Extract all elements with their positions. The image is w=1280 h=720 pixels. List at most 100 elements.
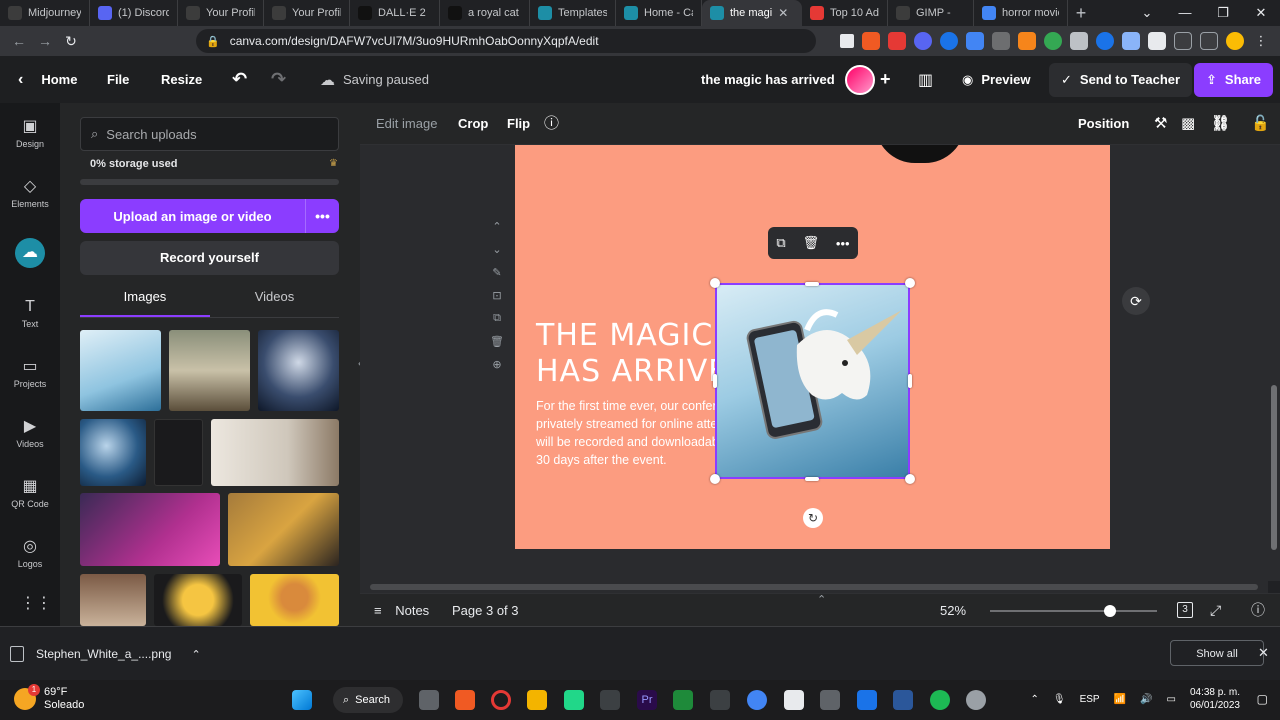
paint-roller-icon[interactable]: ⚒	[1154, 103, 1167, 145]
rail-item[interactable]: ⋮⋮	[0, 595, 60, 616]
url-bar[interactable]: 🔒 canva.com/design/DAFW7vcUI7M/3uo9HURmh…	[196, 29, 816, 53]
browser-tab[interactable]: (1) Discord |	[90, 0, 178, 26]
zoom-slider[interactable]	[990, 605, 1157, 617]
download-item[interactable]: Stephen_White_a_....png ⌃	[10, 639, 201, 669]
opera-icon[interactable]	[491, 690, 511, 710]
wallet-icon[interactable]	[1200, 32, 1218, 50]
rail-item[interactable]: ◎ Logos	[0, 538, 60, 569]
notifications-icon[interactable]: ▢	[1257, 692, 1268, 706]
brave-rewards-icon[interactable]	[888, 32, 906, 50]
show-pages-chevron-icon[interactable]: ⌃	[817, 584, 826, 617]
lock-page-icon[interactable]: ⊡	[490, 289, 504, 302]
browser-tab[interactable]: Midjourney	[0, 0, 90, 26]
resize-handle-top[interactable]	[805, 282, 819, 286]
chevron-up-icon[interactable]: ⌃	[191, 648, 200, 661]
more-icon[interactable]: •••	[836, 236, 850, 251]
settings-icon[interactable]	[966, 690, 986, 710]
volume-icon[interactable]: 🔊	[1140, 694, 1152, 705]
premiere-icon[interactable]: Pr	[637, 690, 657, 710]
browser-tab[interactable]: GIMP -	[888, 0, 974, 26]
extension-icon[interactable]	[914, 32, 932, 50]
share-button[interactable]: ⇪ Share	[1194, 56, 1274, 103]
rotate-handle-icon[interactable]: ↻	[803, 508, 823, 528]
selected-unicorn-image[interactable]	[715, 283, 910, 479]
resize-button[interactable]: Resize	[161, 56, 202, 103]
vertical-scrollbar[interactable]	[1268, 145, 1280, 581]
edit-image-button[interactable]: Edit image	[376, 103, 437, 145]
share-page-icon[interactable]	[840, 34, 854, 48]
horizontal-scrollbar[interactable]	[360, 581, 1268, 593]
duplicate-page-icon[interactable]: ⧉	[490, 312, 504, 325]
help-icon[interactable]: ⓘ	[1251, 594, 1265, 627]
tab-search-icon[interactable]: ⌄	[1128, 0, 1166, 26]
resize-handle-bottom[interactable]	[805, 477, 819, 481]
browser-tab[interactable]: Templates	[530, 0, 616, 26]
pages-count-button[interactable]: 3	[1177, 594, 1193, 627]
design-title[interactable]: the magic has arrived	[701, 56, 835, 103]
extension-icon[interactable]	[940, 32, 958, 50]
brave-browser-icon[interactable]	[455, 690, 475, 710]
flip-button[interactable]: Flip	[507, 103, 530, 145]
extension-icon[interactable]	[1044, 32, 1062, 50]
zoom-slider-knob[interactable]	[1103, 605, 1116, 617]
rail-item[interactable]: ◇ Elements	[0, 178, 60, 209]
file-explorer-icon[interactable]	[527, 690, 547, 710]
rail-item[interactable]: ▦ QR Code	[0, 478, 60, 509]
windows-start-icon[interactable]	[292, 690, 312, 710]
profile-icon[interactable]	[1226, 32, 1244, 50]
rail-item[interactable]: ▣ Design	[0, 118, 60, 149]
task-view-icon[interactable]	[419, 690, 439, 710]
search-input[interactable]	[106, 126, 327, 142]
insights-chart-icon[interactable]: ▥	[918, 56, 933, 103]
app-icon[interactable]	[820, 690, 840, 710]
upload-thumbnail-cartoon[interactable]	[250, 574, 339, 626]
rail-item[interactable]: ▶ Videos	[0, 418, 60, 449]
menu-icon[interactable]: ⋮	[1252, 32, 1270, 50]
refresh-icon[interactable]: ⟳	[1122, 287, 1150, 315]
browser-tab[interactable]: a royal cat ri	[440, 0, 530, 26]
home-button[interactable]: ‹ Home	[18, 56, 77, 103]
upload-thumbnail-unicorn-rider[interactable]	[169, 330, 250, 411]
upload-thumbnail-screenshot[interactable]	[154, 419, 203, 486]
chevron-up-icon[interactable]: ⌃	[490, 220, 504, 233]
browser-tab[interactable]: horror movie	[974, 0, 1068, 26]
chevron-up-icon[interactable]: ⌃	[1030, 694, 1038, 705]
duplicate-icon[interactable]: ⧉	[776, 235, 785, 251]
close-shelf-icon[interactable]: ✕	[1258, 645, 1269, 661]
browser-tab[interactable]: Home - Canv	[616, 0, 702, 26]
tab-images[interactable]: Images	[80, 289, 210, 317]
app-icon[interactable]	[600, 690, 620, 710]
app-icon[interactable]	[710, 690, 730, 710]
browser-tab[interactable]: the magi ✕	[702, 0, 802, 26]
resize-handle-br[interactable]	[905, 474, 915, 484]
new-tab-button[interactable]: +	[1068, 3, 1094, 24]
browser-tab[interactable]: Your Profile	[178, 0, 264, 26]
sidebar-icon[interactable]	[1174, 32, 1192, 50]
rail-item[interactable]: T Text	[0, 298, 60, 329]
lock-icon[interactable]: 🔓	[1251, 103, 1270, 145]
back-icon[interactable]: ←	[6, 33, 32, 49]
browser-tab[interactable]: Top 10 Adob	[802, 0, 888, 26]
trash-icon[interactable]: 🗑	[803, 235, 820, 251]
fullscreen-icon[interactable]: ⤢	[1210, 594, 1221, 627]
vscode-icon[interactable]	[893, 690, 913, 710]
app-icon[interactable]	[673, 690, 693, 710]
upload-thumbnail-brain[interactable]	[154, 574, 242, 626]
upload-thumbnail-room[interactable]	[211, 419, 339, 486]
language-indicator[interactable]: ESP	[1080, 694, 1100, 705]
wifi-icon[interactable]: 📶	[1114, 694, 1126, 705]
search-uploads-field[interactable]: ⌕	[80, 117, 339, 151]
minimize-button[interactable]: —	[1166, 0, 1204, 26]
metamask-icon[interactable]	[1018, 32, 1036, 50]
spotify-icon[interactable]	[930, 690, 950, 710]
upload-thumbnail-orca-moon[interactable]	[258, 330, 339, 411]
show-all-button[interactable]: Show all	[1170, 640, 1264, 666]
info-icon[interactable]: ⓘ	[544, 103, 559, 145]
upload-thumbnail-selfie[interactable]	[80, 574, 146, 626]
upload-thumbnail-person[interactable]	[228, 493, 339, 566]
zoom-value[interactable]: 52%	[940, 594, 966, 627]
add-member-icon[interactable]: +	[880, 56, 891, 103]
store-icon[interactable]	[857, 690, 877, 710]
brave-shield-icon[interactable]	[862, 32, 880, 50]
upload-thumbnail-keyboard[interactable]	[80, 493, 220, 566]
